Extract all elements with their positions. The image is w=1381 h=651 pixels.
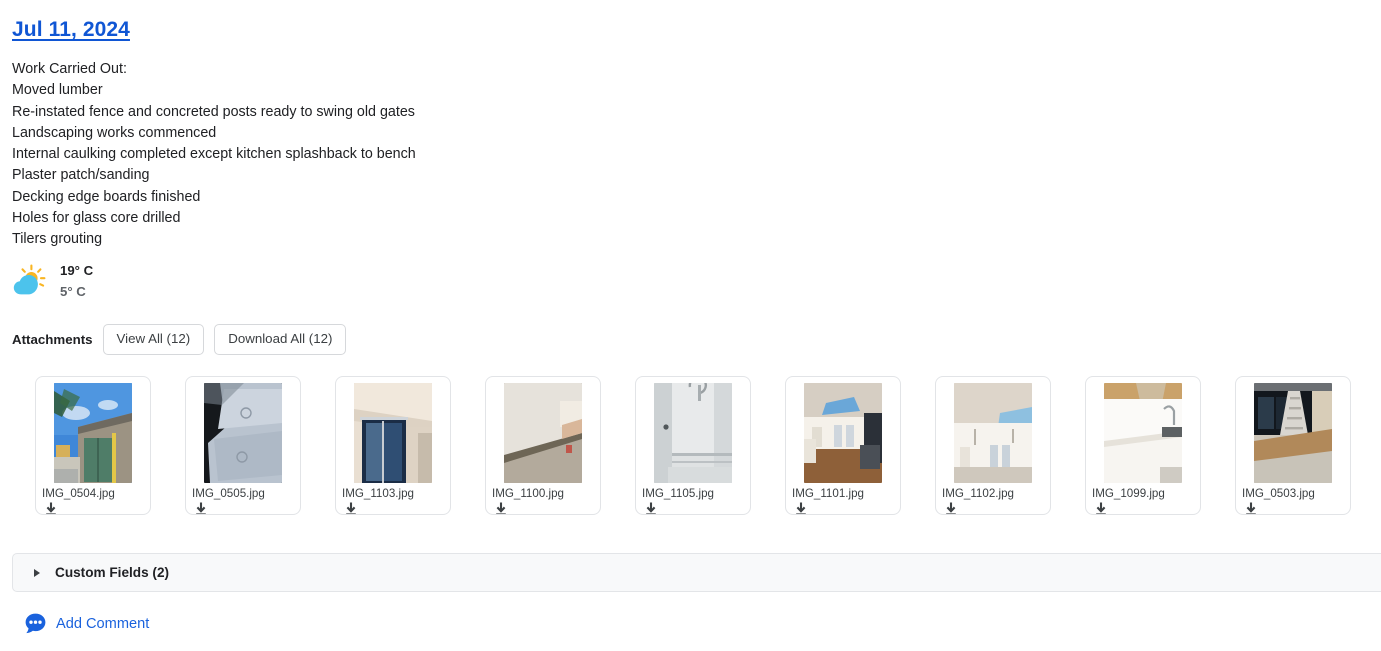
attachment-card[interactable]: IMG_1099.jpg xyxy=(1085,376,1201,515)
download-icon[interactable] xyxy=(494,502,508,514)
download-icon[interactable] xyxy=(794,502,808,514)
sun-behind-cloud-icon xyxy=(12,264,48,298)
attachment-filename: IMG_0505.jpg xyxy=(192,487,265,500)
attachment-thumbnail[interactable] xyxy=(354,383,432,483)
attachment-thumbnail[interactable] xyxy=(54,383,132,483)
note-line: Tilers grouting xyxy=(12,231,103,248)
note-line: Landscaping works commenced xyxy=(12,124,217,141)
add-comment-label: Add Comment xyxy=(56,615,150,632)
attachment-card[interactable]: IMG_0505.jpg xyxy=(185,376,301,515)
download-icon[interactable] xyxy=(644,502,658,514)
note-line: Plaster patch/sanding xyxy=(12,167,150,184)
attachment-card[interactable]: IMG_1103.jpg xyxy=(335,376,451,515)
attachment-filename: IMG_0504.jpg xyxy=(42,487,115,500)
attachment-filename: IMG_1101.jpg xyxy=(792,487,864,500)
custom-fields-label: Custom Fields (2) xyxy=(55,565,170,580)
triangle-right-icon xyxy=(34,568,40,577)
attachment-thumbnail-list: IMG_0504.jpg IMG_0505.jpg IMG_1103.jpg I… xyxy=(35,376,1351,515)
attachment-card[interactable]: IMG_1101.jpg xyxy=(785,376,901,515)
attachment-card[interactable]: IMG_1100.jpg xyxy=(485,376,601,515)
note-line: Holes for glass core drilled xyxy=(12,210,181,227)
attachment-card[interactable]: IMG_1105.jpg xyxy=(635,376,751,515)
attachment-thumbnail[interactable] xyxy=(1254,383,1332,483)
download-icon[interactable] xyxy=(44,502,58,514)
attachment-thumbnail[interactable] xyxy=(1104,383,1182,483)
attachment-filename: IMG_1100.jpg xyxy=(492,487,564,500)
diary-entry-page: Jul 11, 2024 Work Carried Out: Moved lum… xyxy=(0,0,1381,651)
comment-bubble-icon xyxy=(24,612,47,635)
note-line: Moved lumber xyxy=(12,82,103,99)
attachment-filename: IMG_1102.jpg xyxy=(942,487,1014,500)
download-all-button[interactable]: Download All (12) xyxy=(214,324,347,355)
work-notes: Work Carried Out: Moved lumber Re-instat… xyxy=(12,59,416,251)
download-icon[interactable] xyxy=(1244,502,1258,514)
attachment-card[interactable]: IMG_0504.jpg xyxy=(35,376,151,515)
attachments-label: Attachments xyxy=(12,332,93,347)
download-icon[interactable] xyxy=(194,502,208,514)
custom-fields-section[interactable]: Custom Fields (2) xyxy=(12,553,1381,592)
view-all-button[interactable]: View All (12) xyxy=(102,324,205,355)
attachment-card[interactable]: IMG_0503.jpg xyxy=(1235,376,1351,515)
attachment-thumbnail[interactable] xyxy=(804,383,882,483)
note-line: Internal caulking completed except kitch… xyxy=(12,146,416,163)
attachment-filename: IMG_1099.jpg xyxy=(1092,487,1165,500)
weather-low: 5° C xyxy=(60,284,86,299)
download-icon[interactable] xyxy=(344,502,358,514)
weather-widget: 19° C 5° C xyxy=(12,262,93,300)
weather-high: 19° C xyxy=(60,263,94,278)
attachment-thumbnail[interactable] xyxy=(654,383,732,483)
download-icon[interactable] xyxy=(944,502,958,514)
note-line: Work Carried Out: xyxy=(12,61,127,77)
add-comment-button[interactable]: Add Comment xyxy=(24,612,149,635)
attachment-thumbnail[interactable] xyxy=(954,383,1032,483)
attachments-header: Attachments View All (12) Download All (… xyxy=(12,324,347,355)
attachment-filename: IMG_1105.jpg xyxy=(642,487,714,500)
attachment-thumbnail[interactable] xyxy=(204,383,282,483)
download-icon[interactable] xyxy=(1094,502,1108,514)
weather-temps: 19° C 5° C xyxy=(60,262,93,300)
attachment-thumbnail[interactable] xyxy=(504,383,582,483)
note-line: Decking edge boards finished xyxy=(12,188,201,205)
attachment-filename: IMG_0503.jpg xyxy=(1242,487,1315,500)
attachment-card[interactable]: IMG_1102.jpg xyxy=(935,376,1051,515)
note-line: Re-instated fence and concreted posts re… xyxy=(12,103,415,120)
attachment-filename: IMG_1103.jpg xyxy=(342,487,414,500)
entry-date-link[interactable]: Jul 11, 2024 xyxy=(12,18,130,42)
